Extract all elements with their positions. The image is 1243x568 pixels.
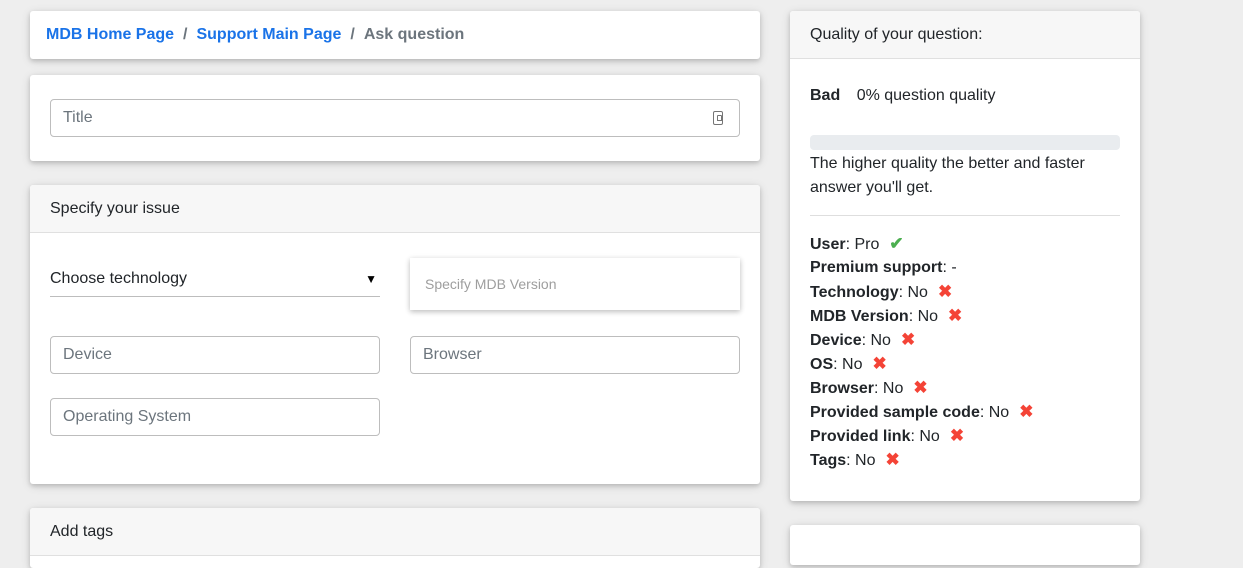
mdb-version-input[interactable]: Specify MDB Version [410,258,740,310]
quality-summary: Bad 0% question quality [810,87,995,105]
criterion-value: No [855,452,876,469]
title-input[interactable]: Title [50,99,740,137]
quality-criterion: Browser: No ✖ [810,376,1033,400]
breadcrumb-current: Ask question [363,26,465,43]
cross-icon: ✖ [900,330,916,349]
cross-icon: ✖ [1019,402,1034,421]
specify-issue-card: Specify your issue Choose technology ▼ S… [30,185,760,484]
cross-icon: ✖ [913,378,928,397]
contact-card-icon [713,111,723,125]
title-card: Title [30,75,760,161]
cross-icon: ✖ [948,306,963,325]
quality-percent: 0% question quality [856,87,996,104]
criterion-value: No [870,332,891,349]
device-placeholder: Device [63,346,112,363]
quality-rating: Bad [810,87,841,104]
os-placeholder: Operating System [63,408,192,425]
device-input[interactable]: Device [50,336,380,374]
criterion-value: No [988,404,1010,421]
quality-criterion: Technology: No ✖ [810,280,1033,304]
quality-criteria-list: User: Pro ✔ Premium support: - Technology: … [810,232,1033,472]
cross-icon: ✖ [937,282,953,301]
criterion-label: Browser [810,380,875,397]
quality-criterion: Tags: No ✖ [810,448,1033,472]
os-input[interactable]: Operating System [50,398,380,436]
quality-criterion: Device: No ✖ [810,328,1033,352]
title-placeholder: Title [63,109,93,126]
quality-criterion: User: Pro ✔ [810,232,1033,256]
cross-icon: ✖ [872,354,887,373]
divider [810,215,1120,216]
browser-input[interactable]: Browser [410,336,740,374]
criterion-value: No [919,428,940,445]
criterion-value: - [951,259,957,276]
breadcrumb-separator: / [183,26,188,43]
check-icon: ✔ [889,234,904,253]
quality-criterion: OS: No ✖ [810,352,1033,376]
criterion-value: No [842,356,863,373]
criterion-label: Tags [810,452,847,469]
tags-header: Add tags [30,508,760,556]
criterion-value: No [882,380,904,397]
cross-icon: ✖ [949,426,965,445]
criterion-value: Pro [854,236,880,253]
breadcrumb: MDB Home Page / Support Main Page / Ask … [30,11,760,59]
breadcrumb-link-support[interactable]: Support Main Page [196,26,341,44]
quality-card: Quality of your question: Bad 0% questio… [790,11,1140,501]
tags-card: Add tags [30,508,760,568]
criterion-label: MDB Version [810,308,909,325]
mdb-version-placeholder: Specify MDB Version [425,276,557,292]
breadcrumb-link-home[interactable]: MDB Home Page [46,26,174,44]
criterion-label: Device [810,332,862,349]
quality-criterion: Provided sample code: No ✖ [810,400,1033,424]
technology-select[interactable]: Choose technology ▼ [50,261,380,297]
cross-icon: ✖ [885,450,900,469]
breadcrumb-separator: / [350,26,355,43]
quality-header: Quality of your question: [790,11,1140,59]
criterion-label: Provided link [810,428,911,445]
specify-issue-header: Specify your issue [30,185,760,233]
criterion-value: No [917,308,939,325]
criterion-label: OS [810,356,834,373]
quality-progress-bar [810,135,1120,150]
technology-select-value: Choose technology [50,269,187,287]
criterion-label: Technology [810,284,899,301]
browser-placeholder: Browser [423,346,482,363]
criterion-label: Provided sample code [810,404,980,421]
quality-criterion: Provided link: No ✖ [810,424,1033,448]
next-card [790,525,1140,565]
criterion-label: User [810,236,846,253]
criterion-label: Premium support [810,259,943,276]
criterion-value: No [907,284,928,301]
quality-criterion: Premium support: - [810,259,957,276]
quality-criterion: MDB Version: No ✖ [810,304,1033,328]
quality-note: The higher quality the better and faster… [810,155,1085,196]
caret-down-icon: ▼ [365,271,377,286]
